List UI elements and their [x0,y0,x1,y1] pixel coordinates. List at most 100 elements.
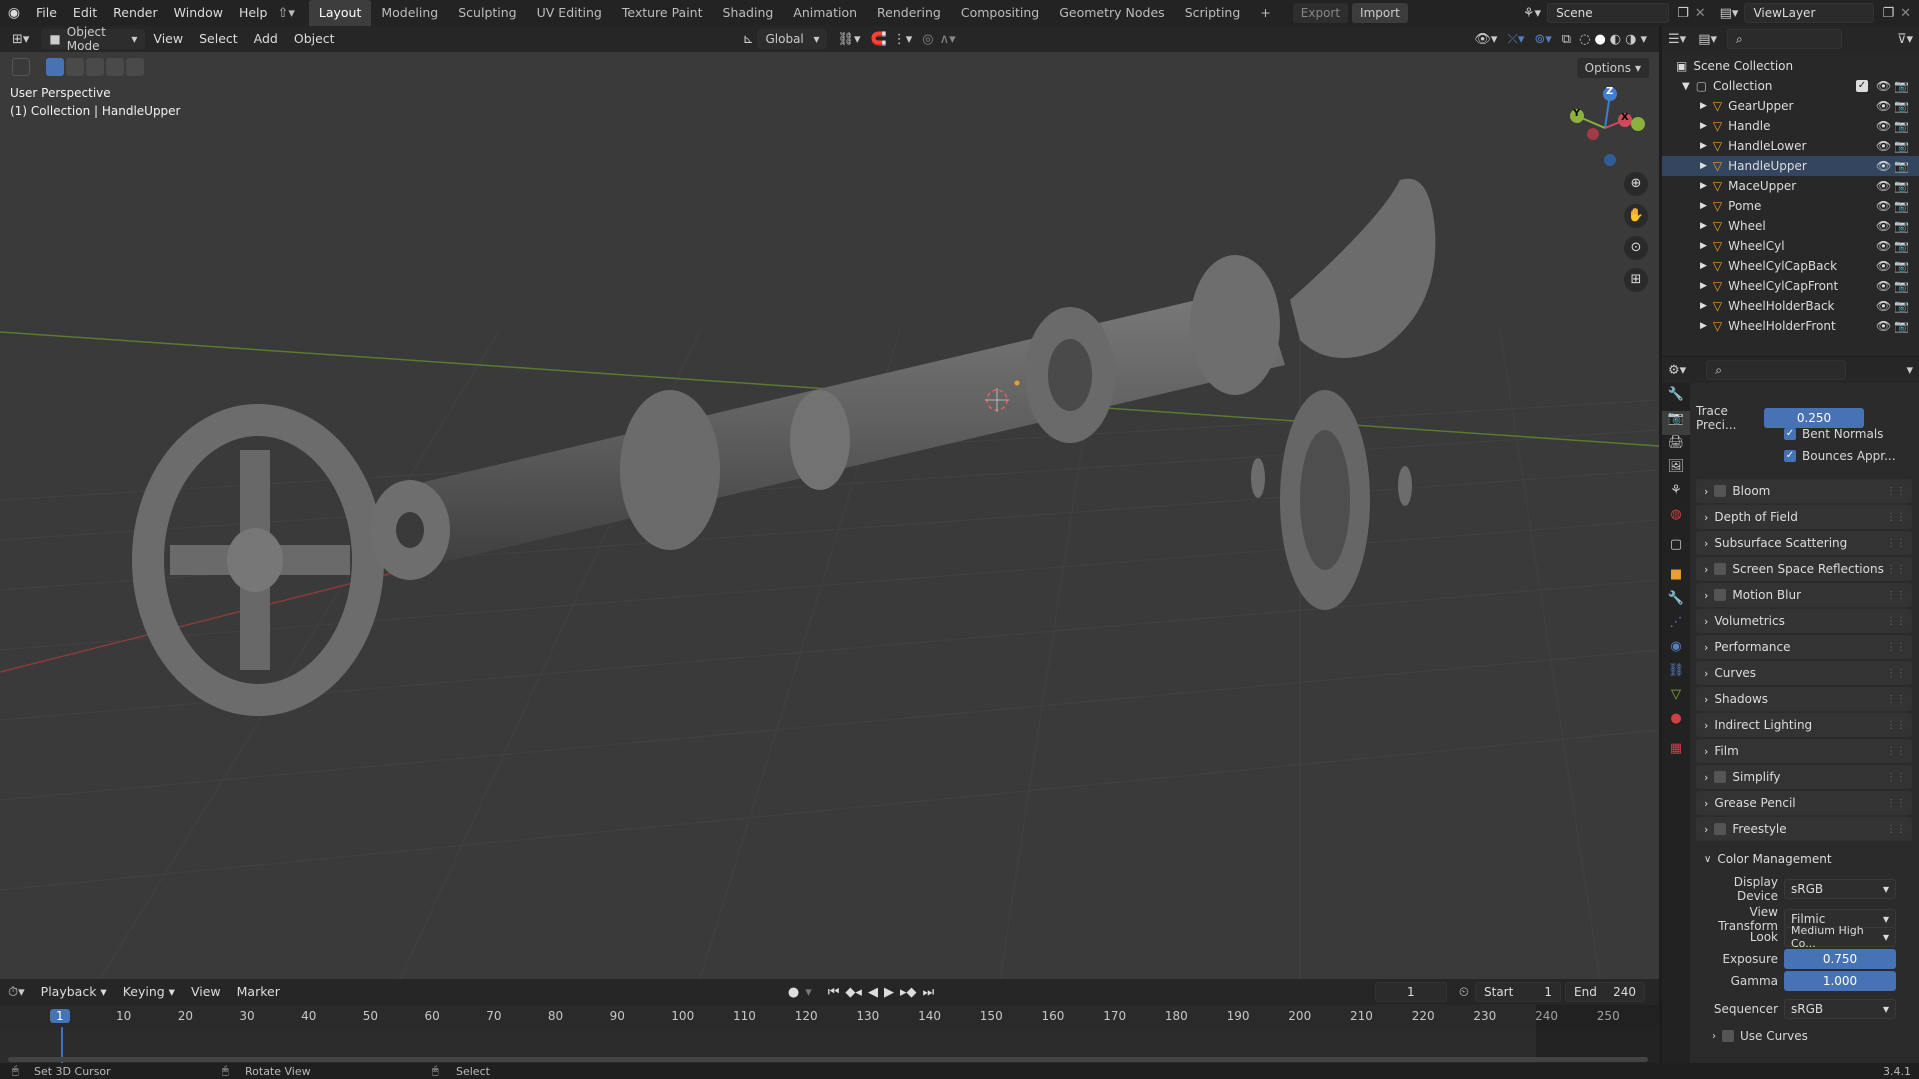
eye-icon[interactable]: 👁 [1876,239,1891,253]
viewport-menu-select[interactable]: Select [191,26,246,52]
camera-icon[interactable]: 📷 [1894,279,1909,293]
object-mode-dropdown[interactable]: ■ Object Mode ▾ [41,25,146,53]
outliner-search-input[interactable]: ⌕ [1727,29,1842,49]
navigation-gizmo[interactable]: Z Y X [1565,86,1645,166]
jump-start-icon[interactable]: ⏮ [828,985,840,1000]
options-dropdown[interactable]: Options ▾ [1576,58,1649,78]
view-layer-tab-icon[interactable]: 🖼 [1662,459,1690,483]
expand-arrow-icon[interactable]: ▶ [1700,181,1707,191]
world-tab-icon[interactable]: ◍ [1662,507,1690,531]
delete-scene-icon[interactable]: ✕ [1695,6,1706,21]
drag-handle-icon[interactable]: ⋮⋮ [1886,720,1906,731]
record-icon[interactable]: ● [788,985,799,1000]
delete-view-layer-icon[interactable]: ✕ [1900,6,1911,21]
jump-end-icon[interactable]: ⏭ [922,985,934,1000]
material-tab-icon[interactable]: ● [1662,711,1690,735]
panel-shadows[interactable]: › Shadows ⋮⋮ [1696,687,1912,711]
gamma-slider[interactable]: 1.000 [1784,971,1896,991]
drag-handle-icon[interactable]: ⋮⋮ [1886,824,1906,835]
shading-rendered-icon[interactable]: ◑ [1625,32,1636,47]
panel-motion-blur[interactable]: › Motion Blur ⋮⋮ [1696,583,1912,607]
timeline-ruler[interactable]: 1 10 20 30 40 50 60 70 80 90 100 110 120 130 140 150 160… [0,1005,1659,1029]
select-extend-icon[interactable] [66,58,84,76]
timeline-scrollbar[interactable] [8,1057,1648,1062]
eye-icon[interactable]: 👁 [1876,79,1891,93]
outliner-object-row[interactable]: ▶ ▽ WheelCyl 👁 📷 [1662,236,1919,256]
camera-icon[interactable]: 📷 [1894,159,1909,173]
scene-name-field[interactable]: Scene [1547,3,1670,23]
outliner-object-row[interactable]: ▶ ▽ GearUpper 👁 📷 [1662,96,1919,116]
tab-shading[interactable]: Shading [713,0,784,26]
transform-orientation-dropdown[interactable]: Global ▾ [757,29,828,49]
panel-enable-checkbox[interactable] [1714,771,1727,783]
transform-orientation-icon[interactable]: ⊾ [743,32,754,47]
outliner-object-row[interactable]: ▶ ▽ HandleUpper 👁 📷 [1662,156,1919,176]
outliner-object-row[interactable]: ▶ ▽ HandleLower 👁 📷 [1662,136,1919,156]
camera-view-icon[interactable]: ⊙ [1624,236,1648,260]
timeline-menu-keying[interactable]: Keying ▾ [115,979,183,1005]
outliner-scene-collection[interactable]: ▣ Scene Collection [1662,56,1919,76]
panel-grease-pencil[interactable]: › Grease Pencil ⋮⋮ [1696,791,1912,815]
expand-arrow-icon[interactable]: ▶ [1700,261,1707,271]
drag-handle-icon[interactable]: ⋮⋮ [1886,486,1906,497]
visibility-icon[interactable]: 👁▾ [1474,32,1497,47]
expand-arrow-icon[interactable]: ▶ [1700,141,1707,151]
properties-editor-icon[interactable]: ⚙▾ [1668,363,1686,378]
tab-layout[interactable]: Layout [308,0,372,26]
outliner-object-row[interactable]: ▶ ▽ WheelCylCapBack 👁 📷 [1662,256,1919,276]
select-tool-icon[interactable] [12,58,30,76]
viewport-menu-view[interactable]: View [145,26,191,52]
overlay-toggle-icon[interactable]: ⊚▾ [1534,32,1551,47]
eye-icon[interactable]: 👁 [1876,179,1891,193]
camera-icon[interactable]: 📷 [1894,299,1909,313]
timeline-menu-marker[interactable]: Marker [229,979,288,1005]
display-device-dropdown[interactable]: sRGB ▾ [1784,879,1896,899]
filter-icon[interactable]: ⊽▾ [1897,32,1913,47]
drag-handle-icon[interactable]: ⋮⋮ [1886,694,1906,705]
gizmo-toggle-icon[interactable]: ⤫▾ [1507,32,1524,47]
camera-icon[interactable]: 📷 [1894,199,1909,213]
sequencer-dropdown[interactable]: sRGB ▾ [1784,999,1896,1019]
camera-icon[interactable]: 📷 [1894,239,1909,253]
import-button[interactable]: Import [1352,3,1408,23]
ortho-grid-icon[interactable]: ⊞ [1624,268,1648,292]
eye-icon[interactable]: 👁 [1876,99,1891,113]
timeline-menu-playback[interactable]: Playback ▾ [33,979,115,1005]
outliner-object-row[interactable]: ▶ ▽ MaceUpper 👁 📷 [1662,176,1919,196]
outliner-object-row[interactable]: ▶ ▽ Wheel 👁 📷 [1662,216,1919,236]
panel-enable-checkbox[interactable] [1714,589,1727,601]
tab-animation[interactable]: Animation [783,0,867,26]
select-intersect-icon[interactable] [126,58,144,76]
drag-handle-icon[interactable]: ⋮⋮ [1886,590,1906,601]
viewport-menu-add[interactable]: Add [246,26,286,52]
drag-handle-icon[interactable]: ⋮⋮ [1886,798,1906,809]
drag-handle-icon[interactable]: ⋮⋮ [1886,642,1906,653]
select-new-icon[interactable] [46,58,64,76]
expand-arrow-icon[interactable]: ▶ [1700,241,1707,251]
pivot-icon[interactable]: ⛓▾ [837,32,860,47]
shading-wireframe-icon[interactable]: ◌ [1579,32,1590,47]
end-frame-field[interactable]: End 240 [1565,982,1645,1002]
timeline-editor-icon[interactable]: ⏱▾ [8,985,25,1000]
eye-icon[interactable]: 👁 [1876,199,1891,213]
panel-bloom[interactable]: › Bloom ⋮⋮ [1696,479,1912,503]
tab-compositing[interactable]: Compositing [951,0,1049,26]
panel-enable-checkbox[interactable] [1714,823,1727,835]
data-tab-icon[interactable]: ▽ [1662,687,1690,711]
blender-logo-icon[interactable]: ◉ [0,5,28,21]
tab-scripting[interactable]: Scripting [1175,0,1251,26]
collection-include-checkbox[interactable]: ✓ [1856,80,1868,92]
viewport-menu-object[interactable]: Object [286,26,343,52]
exposure-slider[interactable]: 0.750 [1784,949,1896,969]
camera-icon[interactable]: 📷 [1894,79,1909,93]
outliner-object-row[interactable]: ▶ ▽ WheelHolderFront 👁 📷 [1662,316,1919,336]
outliner-collection[interactable]: ▼ ▢ Collection ✓ 👁 📷 [1662,76,1919,96]
shading-solid-icon[interactable]: ● [1594,32,1605,47]
menu-render[interactable]: Render [105,0,166,26]
tool-tab-icon[interactable]: 🔧 [1662,387,1690,411]
eye-icon[interactable]: 👁 [1876,279,1891,293]
look-dropdown[interactable]: Medium High Co... ▾ [1784,924,1896,950]
outliner-object-row[interactable]: ▶ ▽ Pome 👁 📷 [1662,196,1919,216]
falloff-icon[interactable]: ∧▾ [940,32,956,47]
expand-arrow-icon[interactable]: ▶ [1700,161,1707,171]
